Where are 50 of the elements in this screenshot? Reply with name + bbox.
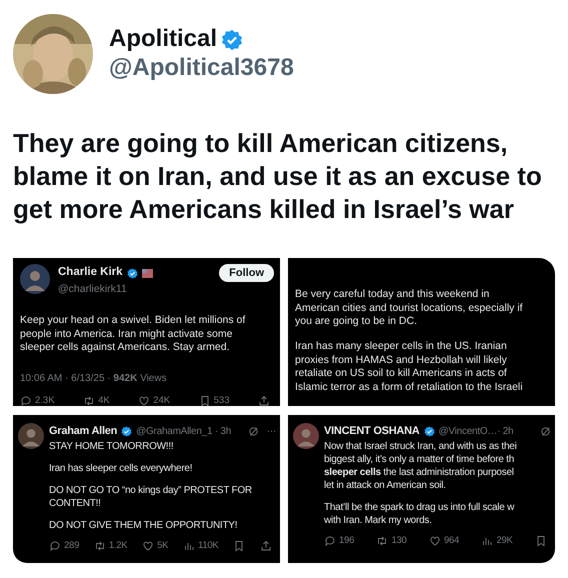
user-handle: @VincentO…· 2h bbox=[438, 424, 514, 439]
stat-count: 289 bbox=[64, 538, 80, 553]
tweet-text: That’ll be the spark to drag us into full scale w with Iran. Mark my words. bbox=[324, 500, 516, 527]
more-options[interactable]: ··· bbox=[266, 424, 276, 439]
stat-count: 130 bbox=[391, 534, 407, 548]
repost-icon bbox=[94, 540, 106, 552]
reply-icon bbox=[324, 534, 336, 547]
tweet-text: Now that Israel struck Iran, and with us as thei biggest ally, it’s only a matter of time before th sleeper cells the last administration purposel let in attack on American soil. bbox=[324, 440, 518, 492]
stat-count: 110K bbox=[198, 538, 218, 553]
share-icon bbox=[260, 540, 272, 552]
repost-icon bbox=[376, 534, 388, 547]
user-handle: @GrahamAllen_1 · 3h bbox=[136, 424, 232, 439]
reply-icon bbox=[20, 394, 32, 406]
repost-icon bbox=[83, 394, 96, 406]
user-name: VINCENT OSHANA bbox=[324, 424, 420, 440]
stat-count: 2.3K bbox=[35, 394, 55, 406]
stat-count: 29K bbox=[496, 534, 513, 548]
reply-icon bbox=[49, 540, 61, 552]
bookmark-icon bbox=[534, 534, 547, 547]
tweet-text: DO NOT GO TO “no kings day” PROTEST FOR CONTENT!! bbox=[49, 484, 253, 510]
stat-count: 196 bbox=[339, 534, 354, 548]
tweet-text: Iran has many sleeper cells in the US. Iranian proxies from HAMAS and Hezbollah will likely retaliate on US soil to kill Americans in acts of Islamic terror as a form of retaliation to the Israeli bbox=[295, 340, 524, 395]
tweet-text: Keep your head on a swivel. Biden let millions of people into America. Iran might activate some sleeper cells against Americans. Stay armed. bbox=[20, 314, 246, 355]
follow-button[interactable]: Follow bbox=[219, 264, 274, 282]
tweet-meta: 10:06 AM · 6/13/25 · 942K Views bbox=[20, 372, 168, 386]
stat-count: 24K bbox=[153, 394, 170, 406]
author-handle: @Apolitical3678 bbox=[109, 54, 294, 83]
stat-count: 4K bbox=[98, 394, 110, 406]
user-name: Charlie Kirk bbox=[58, 265, 123, 280]
tweet-text: They are going to kill American citizens, blame it on Iran, and use it as an excuse to get more Americans killed in Israel’s war bbox=[13, 127, 543, 226]
share-icon bbox=[258, 394, 270, 406]
avatar-icon bbox=[20, 264, 50, 294]
avatar-icon bbox=[293, 423, 319, 450]
author-name: Apolitical bbox=[109, 25, 218, 54]
tweet-text: Iran has sleeper cells everywhere! bbox=[49, 462, 194, 475]
user-handle: @charliekirk11 bbox=[58, 282, 128, 298]
avatar-icon bbox=[18, 423, 44, 450]
stat-count: 964 bbox=[444, 534, 460, 548]
bookmark-icon bbox=[233, 540, 246, 552]
heart-icon bbox=[428, 534, 441, 547]
tweet-text: Be very careful today and this weekend in American cities and tourist locations, especially if you are going to be in DC. bbox=[295, 288, 524, 329]
tweet-text: DO NOT GIVE THEM THE OPPORTUNITY! bbox=[49, 518, 238, 532]
stat-count: 533 bbox=[214, 394, 230, 406]
stat-count: 5K bbox=[157, 538, 168, 553]
stat-count: 1.2K bbox=[108, 538, 128, 553]
user-name: Graham Allen bbox=[49, 424, 118, 440]
tweet-text: STAY HOME TOMORROW!!! bbox=[49, 440, 174, 453]
heart-icon bbox=[138, 394, 150, 406]
heart-icon bbox=[142, 540, 154, 552]
bookmark-icon bbox=[198, 394, 211, 406]
